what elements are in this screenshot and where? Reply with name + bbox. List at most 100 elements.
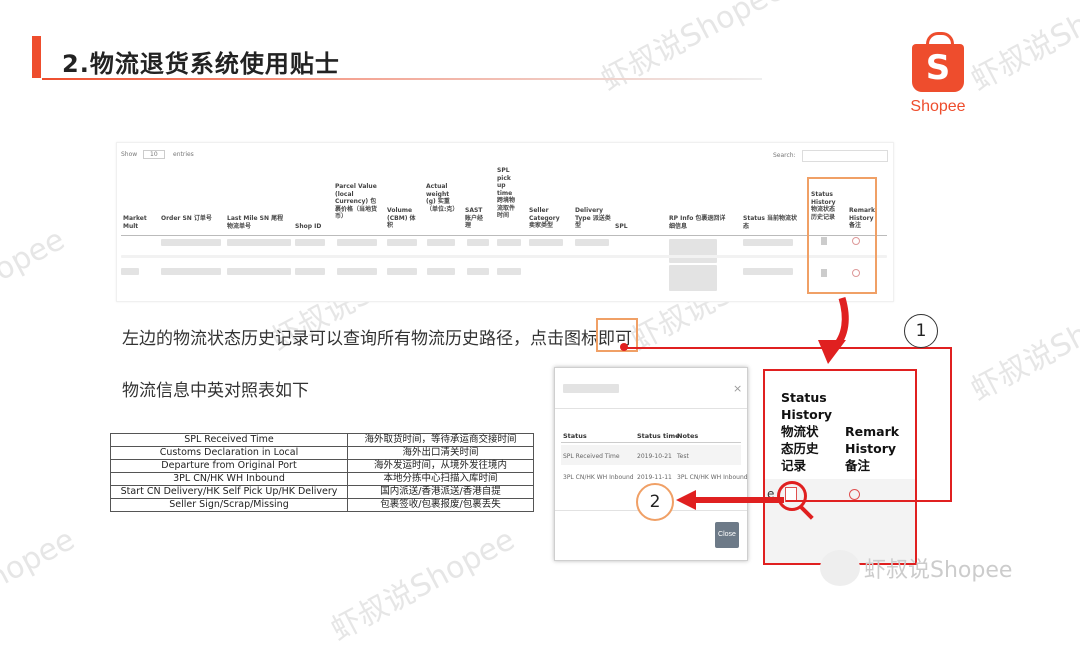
table-row: SPL Received Time 海外取货时间，等待承运商交接时间 <box>110 433 534 447</box>
blurred-cell <box>227 268 291 275</box>
close-button[interactable]: Close <box>715 522 739 548</box>
status-mapping-table: SPL Received Time 海外取货时间，等待承运商交接时间 Custom… <box>110 433 534 512</box>
blurred-cell <box>467 239 489 246</box>
connector-line <box>624 347 952 349</box>
order-table-screenshot: Show 10 entries Search: Market Mult Orde… <box>116 142 894 302</box>
col-header: SPL pick up time 跨境物流取件时间 <box>497 167 516 219</box>
blurred-cell <box>295 268 325 275</box>
col-header: Seller Category 卖家类型 <box>529 207 560 229</box>
col-header: Market Mult <box>123 215 147 230</box>
connector-line <box>950 347 952 502</box>
search-label: Search: <box>773 152 796 159</box>
instruction-text: 左边的物流状态历史记录可以查询所有物流历史路径，点击图标即可 <box>122 329 632 349</box>
zoomed-column-panel: Status History 物流状 态历史 记录 Remark History… <box>763 369 917 565</box>
status-cn: 国内派送/香港派送/香港自提 <box>347 485 534 499</box>
shopee-logo: S Shopee <box>904 32 974 118</box>
col-header: Status 当前物流状态 <box>743 215 798 230</box>
col-header: Volume (CBM) 体积 <box>387 207 416 229</box>
row-divider <box>121 255 887 258</box>
table-row: Customs Declaration in Local 海外出口清关时间 <box>110 446 534 460</box>
status-cell: SPL Received Time <box>563 453 620 460</box>
status-en: SPL Received Time <box>110 433 348 447</box>
watermark: 虾叔说Shopee <box>325 522 521 649</box>
header-divider <box>121 235 887 236</box>
close-icon[interactable]: × <box>733 382 742 395</box>
status-cn: 包裹签收/包裹报废/包裹丢失 <box>347 498 534 512</box>
blurred-cell <box>387 268 417 275</box>
callout-two: 2 <box>636 483 674 521</box>
blurred-cell <box>497 239 521 246</box>
time-cell: 2019-11-11 <box>637 474 672 481</box>
wechat-icon <box>820 550 860 586</box>
blurred-cell <box>669 265 717 291</box>
status-cn: 本地分拣中心扫描入库时间 <box>347 472 534 486</box>
title-accent-bar <box>32 36 41 78</box>
blurred-cell <box>497 268 521 275</box>
notes-cell: 3PL CN/HK WH Inbound <box>677 474 748 481</box>
mapping-caption: 物流信息中英对照表如下 <box>122 381 309 401</box>
blurred-cell <box>337 239 377 246</box>
col-header: RP Info 包裹退回详细信息 <box>669 215 726 230</box>
blurred-cell <box>467 268 489 275</box>
blurred-cell <box>337 268 377 275</box>
col-header: Delivery Type 派送类型 <box>575 207 611 229</box>
table-row: Seller Sign/Scrap/Missing 包裹签收/包裹报废/包裹丢失 <box>110 498 534 512</box>
show-label: Show <box>121 151 138 158</box>
document-icon[interactable] <box>821 269 827 277</box>
entries-select[interactable]: 10 <box>143 150 165 159</box>
status-history-highlight <box>807 177 877 294</box>
col-header: Shop ID <box>295 223 322 230</box>
info-icon[interactable] <box>849 489 860 500</box>
blurred-cell <box>575 239 609 246</box>
status-cn: 海外出口清关时间 <box>347 446 534 460</box>
blurred-cell <box>295 239 325 246</box>
status-history-modal: × Status Status time Notes SPL Received … <box>554 367 748 561</box>
modal-header: × <box>555 368 747 409</box>
entries-label: entries <box>173 151 194 158</box>
blurred-cell <box>161 268 221 275</box>
col-status: Status <box>563 432 587 440</box>
account-watermark: 虾叔说Shopee <box>864 558 1013 583</box>
watermark: 虾叔说Shopee <box>0 522 81 649</box>
table-row: 3PL CN/HK WH Inbound 本地分拣中心扫描入库时间 <box>110 472 534 486</box>
logo-text: Shopee <box>910 98 966 115</box>
status-en: Start CN Delivery/HK Self Pick Up/HK Del… <box>110 485 348 499</box>
document-icon[interactable] <box>821 237 827 245</box>
curved-arrow-icon <box>818 296 849 364</box>
col-header: SAST 账户经理 <box>465 207 484 229</box>
table-row: Start CN Delivery/HK Self Pick Up/HK Del… <box>110 485 534 499</box>
blurred-cell <box>427 239 455 246</box>
callout-one: 1 <box>904 314 938 348</box>
col-header: SPL <box>615 223 628 230</box>
status-cell: 3PL CN/HK WH Inbound <box>563 474 634 481</box>
col-header: Actual weight (g) 实重（单位:克） <box>426 183 459 213</box>
status-en: Departure from Original Port <box>110 459 348 473</box>
page-title: 2.物流退货系统使用贴士 <box>62 50 340 78</box>
col-header: Last Mile SN 尾程物流单号 <box>227 215 284 230</box>
status-cn: 海外取货时间，等待承运商交接时间 <box>347 433 534 447</box>
blurred-cell <box>161 239 221 246</box>
status-cn: 海外发运时间，从境外发往境内 <box>347 459 534 473</box>
blurred-cell <box>121 268 139 275</box>
blurred-cell <box>743 268 793 275</box>
watermark: 虾叔说Shopee <box>965 0 1080 99</box>
blurred-cell <box>669 239 717 263</box>
info-icon[interactable] <box>852 269 860 277</box>
watermark: 虾叔说Shopee <box>0 222 71 349</box>
time-cell: 2019-10-21 <box>637 453 672 460</box>
table-row: Departure from Original Port 海外发运时间，从境外发往… <box>110 459 534 473</box>
remark-history-label: Remark History 备注 <box>845 424 900 473</box>
search-input[interactable] <box>802 150 888 162</box>
col-header: Parcel Value (local Currency) 包裹价格（当地货币） <box>335 183 378 220</box>
status-en: Seller Sign/Scrap/Missing <box>110 498 348 512</box>
info-icon[interactable] <box>852 237 860 245</box>
shopping-bag-icon: S <box>912 44 964 92</box>
watermark: 虾叔说Shopee <box>965 282 1080 409</box>
connector-dot <box>620 343 628 351</box>
blurred-cell <box>387 239 417 246</box>
col-header: Order SN 订单号 <box>161 215 212 222</box>
status-history-label: Status History 物流状 态历史 记录 <box>781 390 833 473</box>
status-en: 3PL CN/HK WH Inbound <box>110 472 348 486</box>
arrow-shaft <box>694 497 784 503</box>
notes-cell: Test <box>677 453 689 460</box>
